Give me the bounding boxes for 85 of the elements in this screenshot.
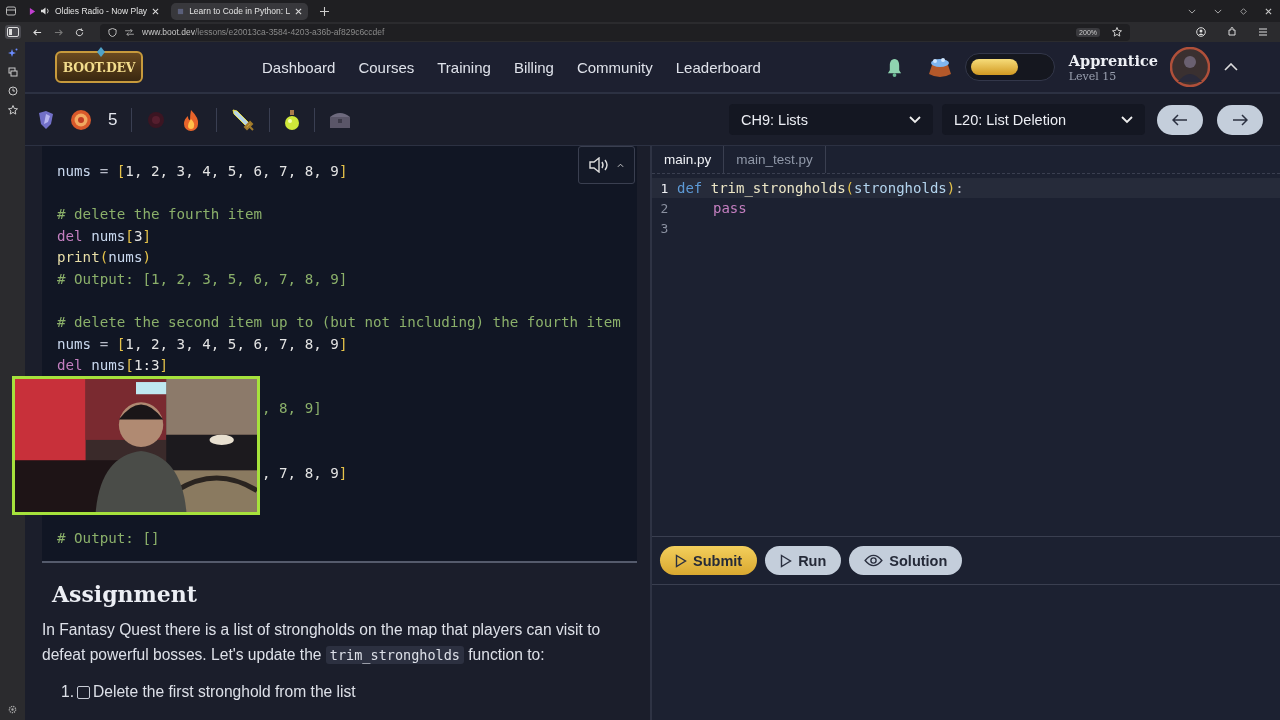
audio-button[interactable] <box>578 146 635 184</box>
forward-icon[interactable] <box>54 27 63 37</box>
nav-link[interactable]: Dashboard <box>262 58 336 76</box>
site-icon <box>29 7 36 15</box>
browser-tab[interactable]: Learn to Code in Python: L <box>171 2 309 20</box>
tab-title: Learn to Code in Python: L <box>189 6 291 16</box>
target-icon[interactable] <box>70 108 92 131</box>
code-line: # delete the fourth item <box>57 206 262 222</box>
code-line: def trim_strongholds(strongholds): <box>677 180 964 196</box>
connection-icon[interactable] <box>125 28 134 36</box>
code-line: , 7, 8, 9] <box>262 465 348 482</box>
list-number: 1. <box>61 683 74 701</box>
lesson-dropdown[interactable]: L20: List Deletion <box>942 104 1145 135</box>
sidebar-toggle-icon[interactable] <box>5 25 21 39</box>
chevron-down-icon <box>909 115 921 124</box>
checkbox[interactable] <box>77 685 90 699</box>
nav-link[interactable]: Billing <box>513 58 554 76</box>
chevron-down-icon <box>1121 115 1133 124</box>
code-line: # delete the second item up to (but not including) the fourth item <box>57 313 621 330</box>
code-line: del nums[3] <box>57 227 151 244</box>
code-line: nums = [1, 2, 3, 4, 5, 6, 7, 8, 9] <box>57 335 348 352</box>
site-icon <box>177 7 185 15</box>
arrow-right-icon <box>1232 113 1248 126</box>
arrow-left-icon <box>1172 113 1188 126</box>
speaker-icon[interactable] <box>41 7 50 15</box>
play-icon <box>675 553 687 568</box>
history-icon[interactable] <box>7 86 18 96</box>
bell-icon[interactable] <box>886 57 902 77</box>
line-number: 3 <box>659 220 670 236</box>
shield-icon[interactable] <box>36 109 56 130</box>
section-heading: Assignment <box>52 581 198 607</box>
submit-button[interactable]: Submit <box>660 546 758 575</box>
back-icon[interactable] <box>33 27 42 37</box>
caret-icon <box>617 162 624 168</box>
code-line: # Output: [] <box>57 529 160 546</box>
close-icon[interactable] <box>295 7 303 15</box>
nav-link[interactable]: Community <box>576 58 653 76</box>
close-icon[interactable] <box>1265 7 1272 15</box>
nav-link[interactable]: Training <box>437 58 491 76</box>
nav-link[interactable]: Leaderboard <box>675 58 761 76</box>
code-line: , 8, 9] <box>262 400 322 417</box>
menu-icon[interactable] <box>1258 27 1268 37</box>
new-tab-icon[interactable] <box>320 6 330 16</box>
chevron-down-icon[interactable] <box>1188 8 1196 14</box>
code-line: print(nums) <box>57 249 151 266</box>
rank-title: Apprentice <box>1068 51 1158 69</box>
next-button[interactable] <box>1217 104 1263 135</box>
speaker-icon <box>589 157 611 173</box>
solution-button[interactable]: Solution <box>849 546 963 575</box>
line-number: 1 <box>659 180 670 196</box>
count-label: 5 <box>108 109 118 130</box>
sword-icon[interactable] <box>231 107 256 132</box>
eye-icon <box>864 554 884 567</box>
close-icon[interactable] <box>152 7 160 15</box>
star-icon[interactable] <box>1112 27 1122 37</box>
collapse-icon[interactable] <box>1224 63 1238 71</box>
avatar[interactable] <box>1170 47 1210 87</box>
tab-title: Oldies Radio - Now Play <box>55 6 148 16</box>
settings-icon[interactable] <box>8 705 17 714</box>
run-button[interactable]: Run <box>765 546 842 575</box>
account-icon[interactable] <box>1196 27 1206 37</box>
code-line: # Output: [1, 2, 3, 5, 6, 7, 8, 9] <box>57 270 348 287</box>
browser-tab[interactable]: Oldies Radio - Now Play <box>23 2 166 20</box>
file-tab[interactable]: main_test.py <box>724 146 826 173</box>
code-line: del nums[1:3] <box>57 357 169 374</box>
sparkle-icon[interactable] <box>7 48 18 58</box>
step-text: Delete the first stronghold from the list <box>93 683 356 701</box>
paragraph: In Fantasy Quest there is a list of strongholds on the map that players can visit to defeat powerful bosses. Let's update the trim_strongholds function to: <box>42 620 602 666</box>
file-tab[interactable]: main.py <box>652 146 725 173</box>
url-text: www.boot.dev/lessons/e20013ca-3584-4203-a36b-af829c6ccdef <box>142 27 385 37</box>
play-icon <box>780 553 793 568</box>
code-line: pass <box>713 200 747 216</box>
nav-link[interactable]: Courses <box>358 58 415 76</box>
chest-icon[interactable] <box>329 110 352 129</box>
tabs-icon[interactable] <box>7 67 18 77</box>
line-number: 2 <box>659 200 670 216</box>
potion-icon[interactable] <box>284 108 301 131</box>
code-line: nums = [1, 2, 3, 4, 5, 6, 7, 8, 9] <box>57 162 348 179</box>
star-icon[interactable] <box>7 105 18 115</box>
chapter-dropdown[interactable]: CH9: Lists <box>729 104 933 135</box>
level-label: Level 15 <box>1068 69 1118 83</box>
tab-list-icon[interactable] <box>5 5 17 17</box>
shield-icon[interactable] <box>108 27 117 37</box>
reload-icon[interactable] <box>75 27 84 37</box>
previous-button[interactable] <box>1157 104 1203 135</box>
